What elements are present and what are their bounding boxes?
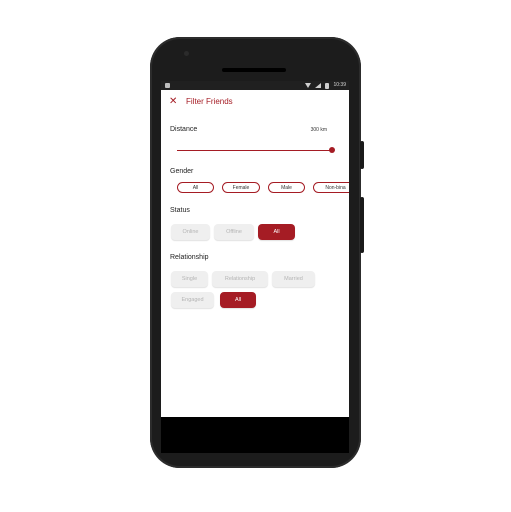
- front-camera: [184, 51, 189, 56]
- phone-screen: 10:39 ✕ Filter Friends Distance 300 km G…: [161, 81, 349, 417]
- battery-icon: [325, 82, 330, 89]
- page-title: Filter Friends: [186, 97, 233, 106]
- status-label: Status: [170, 207, 190, 214]
- gender-chip-label: All: [192, 184, 199, 191]
- pill-label: All: [234, 297, 242, 303]
- relationship-option-relationship[interactable]: Relationship: [212, 271, 268, 287]
- volume-button: [360, 197, 364, 253]
- distance-value: 300 km: [310, 127, 327, 133]
- status-option-online[interactable]: Online: [171, 224, 210, 240]
- gender-label: Gender: [170, 168, 194, 175]
- gender-chip-female[interactable]: Female: [222, 182, 260, 193]
- gender-chip-label: Male: [281, 184, 292, 191]
- gender-chip-label: Non-bina: [325, 184, 346, 191]
- relationship-option-single[interactable]: Single: [171, 271, 208, 287]
- status-bar: 10:39: [161, 81, 349, 90]
- distance-label: Distance: [170, 126, 198, 133]
- notification-icon: [165, 83, 170, 88]
- pill-label: Relationship: [224, 276, 256, 282]
- pill-label: Engaged: [181, 297, 204, 303]
- status-time: 10:39: [333, 82, 346, 88]
- relationship-option-all[interactable]: All: [220, 292, 256, 308]
- pill-label: All: [273, 229, 280, 235]
- gender-chip-male[interactable]: Male: [268, 182, 305, 193]
- earpiece-speaker: [222, 68, 286, 72]
- navigation-bar-area: [161, 417, 349, 453]
- pill-label: Online: [182, 229, 199, 235]
- power-button: [360, 141, 364, 169]
- gender-chip-row: All Female Male Non-bina: [177, 182, 349, 196]
- distance-slider-thumb[interactable]: [329, 147, 335, 153]
- filter-sheet: ✕ Filter Friends Distance 300 km Gender …: [161, 90, 349, 417]
- status-option-all[interactable]: All: [258, 224, 295, 240]
- pill-label: Married: [284, 276, 303, 282]
- close-icon[interactable]: ✕: [169, 97, 177, 107]
- relationship-option-engaged[interactable]: Engaged: [171, 292, 214, 308]
- status-option-offline[interactable]: Offline: [214, 224, 254, 240]
- wifi-icon: [305, 83, 312, 88]
- pill-label: Single: [181, 276, 198, 282]
- relationship-label: Relationship: [170, 254, 209, 261]
- relationship-option-married[interactable]: Married: [272, 271, 315, 287]
- gender-chip-label: Female: [232, 184, 250, 191]
- gender-chip-non-binary[interactable]: Non-bina: [313, 182, 349, 193]
- distance-slider-track[interactable]: [177, 150, 330, 151]
- signal-icon: [315, 83, 322, 88]
- pill-label: Offline: [226, 229, 242, 235]
- gender-chip-all[interactable]: All: [177, 182, 214, 193]
